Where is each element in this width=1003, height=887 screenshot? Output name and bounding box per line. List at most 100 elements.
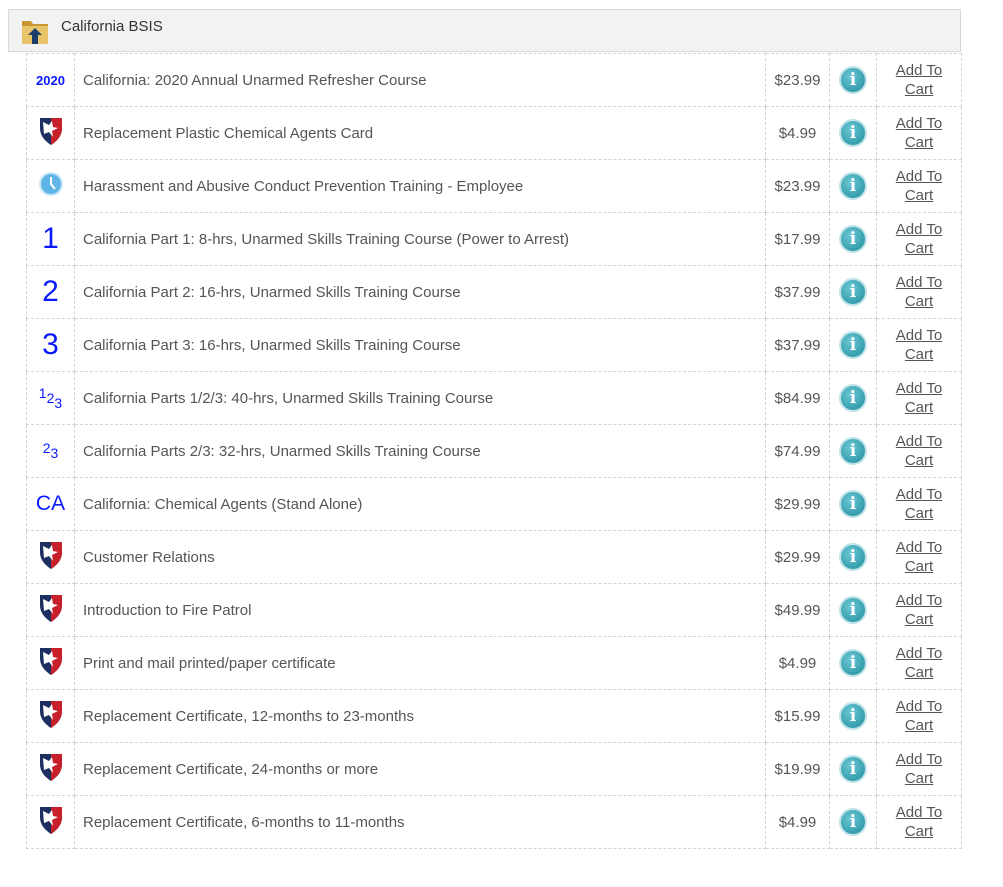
- cart-cell: Add To Cart: [876, 371, 962, 425]
- info-icon[interactable]: i: [839, 172, 867, 200]
- info-icon[interactable]: i: [839, 278, 867, 306]
- course-name[interactable]: California Part 2: 16-hrs, Unarmed Skill…: [74, 265, 766, 319]
- table-row: Customer Relations $29.99 i Add To Cart: [26, 530, 962, 584]
- info-cell: i: [829, 265, 877, 319]
- cart-cell: Add To Cart: [876, 795, 962, 849]
- course-icon-cell: 3: [26, 318, 75, 372]
- table-row: Replacement Plastic Chemical Agents Card…: [26, 106, 962, 160]
- add-to-cart-label: Cart: [904, 770, 934, 787]
- info-cell: i: [829, 371, 877, 425]
- course-price: $4.99: [765, 795, 830, 849]
- course-name[interactable]: Harassment and Abusive Conduct Preventio…: [74, 159, 766, 213]
- add-to-cart-label: Add To: [895, 274, 943, 291]
- info-icon[interactable]: i: [839, 66, 867, 94]
- course-icon-cell: 2: [26, 265, 75, 319]
- info-cell: i: [829, 318, 877, 372]
- shield-logo-icon: [39, 807, 62, 834]
- info-icon[interactable]: i: [839, 596, 867, 624]
- add-to-cart-label: Add To: [895, 168, 943, 185]
- add-to-cart-label: Add To: [895, 804, 943, 821]
- shield-logo-icon: [39, 542, 62, 569]
- course-name[interactable]: California Parts 1/2/3: 40-hrs, Unarmed …: [74, 371, 766, 425]
- add-to-cart-link[interactable]: Add To Cart: [896, 804, 942, 840]
- course-table: 2020 California: 2020 Annual Unarmed Ref…: [26, 53, 962, 849]
- course-price: $37.99: [765, 318, 830, 372]
- add-to-cart-link[interactable]: Add To Cart: [896, 115, 942, 151]
- add-to-cart-link[interactable]: Add To Cart: [896, 168, 942, 204]
- course-name[interactable]: California Part 1: 8-hrs, Unarmed Skills…: [74, 212, 766, 266]
- add-to-cart-label: Add To: [895, 327, 943, 344]
- table-row: 23 California Parts 2/3: 32-hrs, Unarmed…: [26, 424, 962, 478]
- add-to-cart-label: Add To: [895, 698, 943, 715]
- add-to-cart-link[interactable]: Add To Cart: [896, 221, 942, 257]
- info-icon[interactable]: i: [839, 119, 867, 147]
- course-name[interactable]: Introduction to Fire Patrol: [74, 583, 766, 637]
- shield-logo-icon: [39, 595, 62, 622]
- course-price: $23.99: [765, 159, 830, 213]
- add-to-cart-label: Cart: [904, 81, 934, 98]
- add-to-cart-label: Add To: [895, 433, 943, 450]
- add-to-cart-link[interactable]: Add To Cart: [896, 327, 942, 363]
- cart-cell: Add To Cart: [876, 636, 962, 690]
- add-to-cart-label: Add To: [895, 751, 943, 768]
- course-name[interactable]: Replacement Certificate, 6-months to 11-…: [74, 795, 766, 849]
- info-cell: i: [829, 477, 877, 531]
- info-icon[interactable]: i: [839, 331, 867, 359]
- course-icon-cell: [26, 159, 75, 213]
- course-number-icon: 2020: [36, 72, 65, 88]
- info-icon[interactable]: i: [839, 543, 867, 571]
- course-name[interactable]: Replacement Certificate, 24-months or mo…: [74, 742, 766, 796]
- add-to-cart-link[interactable]: Add To Cart: [896, 274, 942, 310]
- course-price: $74.99: [765, 424, 830, 478]
- course-name[interactable]: California: 2020 Annual Unarmed Refreshe…: [74, 53, 766, 107]
- course-icon-cell: [26, 583, 75, 637]
- table-row: Introduction to Fire Patrol $49.99 i Add…: [26, 583, 962, 637]
- add-to-cart-link[interactable]: Add To Cart: [896, 645, 942, 681]
- add-to-cart-link[interactable]: Add To Cart: [896, 433, 942, 469]
- add-to-cart-link[interactable]: Add To Cart: [896, 751, 942, 787]
- course-price: $15.99: [765, 689, 830, 743]
- course-name[interactable]: California Parts 2/3: 32-hrs, Unarmed Sk…: [74, 424, 766, 478]
- part-number: 3: [54, 394, 63, 411]
- info-icon[interactable]: i: [839, 437, 867, 465]
- add-to-cart-link[interactable]: Add To Cart: [896, 62, 942, 98]
- course-name[interactable]: California Part 3: 16-hrs, Unarmed Skill…: [74, 318, 766, 372]
- add-to-cart-link[interactable]: Add To Cart: [896, 380, 942, 416]
- add-to-cart-label: Cart: [904, 240, 934, 257]
- course-name[interactable]: California: Chemical Agents (Stand Alone…: [74, 477, 766, 531]
- info-icon[interactable]: i: [839, 384, 867, 412]
- info-icon[interactable]: i: [839, 490, 867, 518]
- course-name[interactable]: Replacement Plastic Chemical Agents Card: [74, 106, 766, 160]
- cart-cell: Add To Cart: [876, 424, 962, 478]
- info-cell: i: [829, 212, 877, 266]
- info-icon[interactable]: i: [839, 808, 867, 836]
- course-icon-cell: [26, 636, 75, 690]
- info-icon[interactable]: i: [839, 225, 867, 253]
- course-price: $23.99: [765, 53, 830, 107]
- info-cell: i: [829, 106, 877, 160]
- course-name[interactable]: Replacement Certificate, 12-months to 23…: [74, 689, 766, 743]
- add-to-cart-link[interactable]: Add To Cart: [896, 486, 942, 522]
- course-price: $49.99: [765, 583, 830, 637]
- part-number: 2: [42, 440, 51, 456]
- info-icon[interactable]: i: [839, 702, 867, 730]
- add-to-cart-link[interactable]: Add To Cart: [896, 539, 942, 575]
- shield-logo-icon: [39, 701, 62, 728]
- add-to-cart-link[interactable]: Add To Cart: [896, 698, 942, 734]
- add-to-cart-label: Cart: [904, 664, 934, 681]
- cart-cell: Add To Cart: [876, 583, 962, 637]
- add-to-cart-label: Cart: [904, 346, 934, 363]
- shield-logo-icon: [39, 118, 62, 145]
- course-name[interactable]: Customer Relations: [74, 530, 766, 584]
- add-to-cart-label: Add To: [895, 486, 943, 503]
- add-to-cart-link[interactable]: Add To Cart: [896, 592, 942, 628]
- table-row: 123 California Parts 1/2/3: 40-hrs, Unar…: [26, 371, 962, 425]
- info-icon[interactable]: i: [839, 755, 867, 783]
- course-name[interactable]: Print and mail printed/paper certificate: [74, 636, 766, 690]
- add-to-cart-label: Add To: [895, 221, 943, 238]
- course-parts-icon: 23: [42, 440, 59, 461]
- course-price: $37.99: [765, 265, 830, 319]
- cart-cell: Add To Cart: [876, 689, 962, 743]
- info-icon[interactable]: i: [839, 649, 867, 677]
- add-to-cart-label: Add To: [895, 115, 943, 132]
